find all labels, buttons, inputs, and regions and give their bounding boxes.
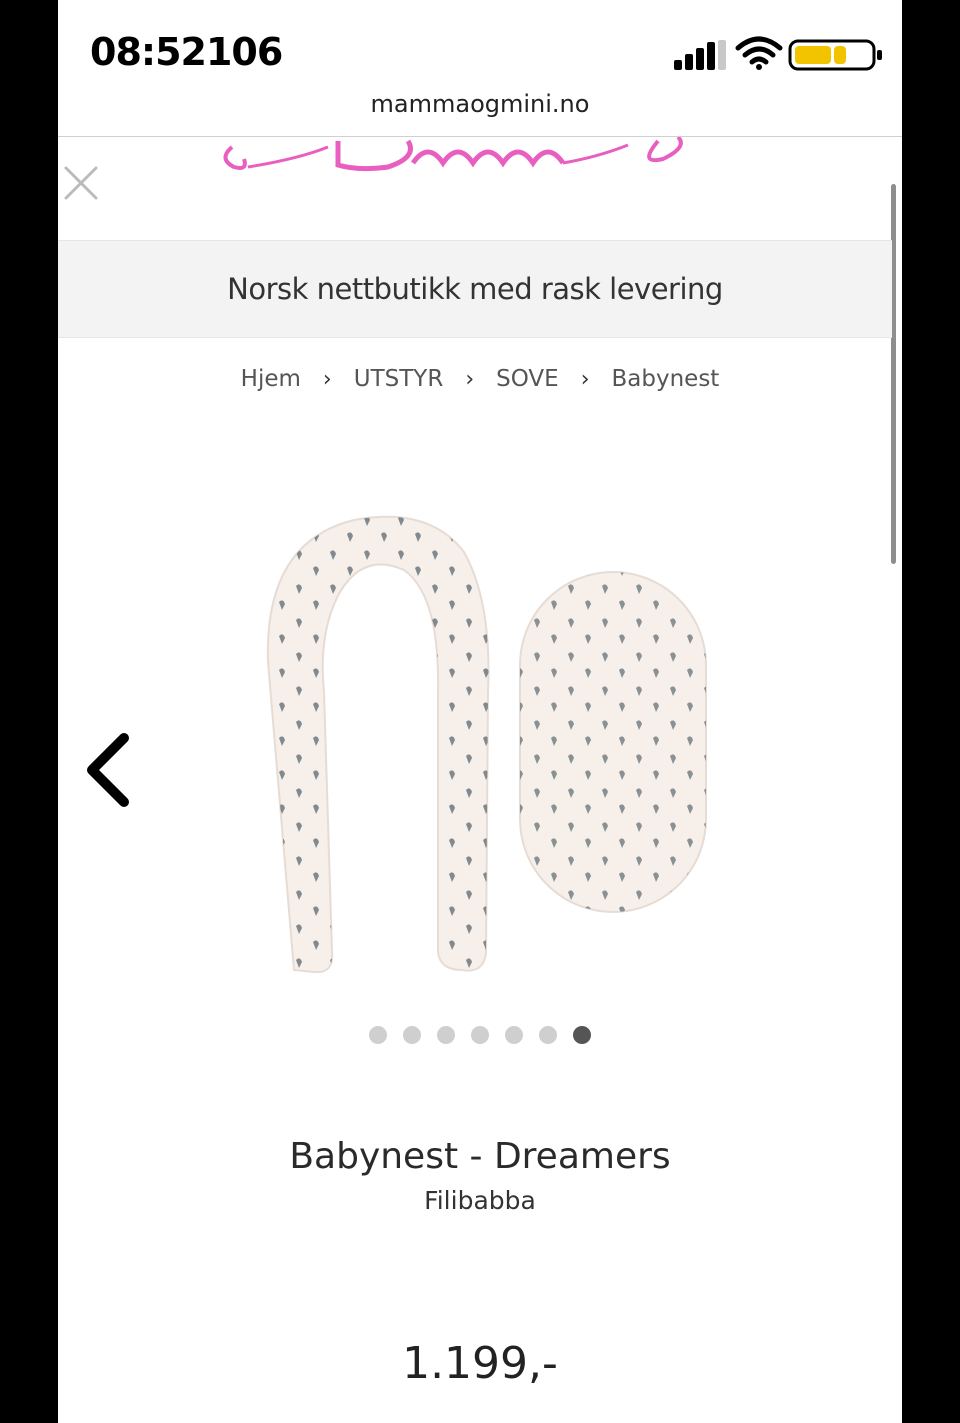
status-time: 08:52106	[90, 30, 283, 74]
banner-text: Norsk nettbutikk med rask levering	[227, 272, 723, 306]
chevron-right-icon: ›	[322, 366, 332, 392]
carousel-dot[interactable]	[573, 1026, 591, 1044]
address-bar-url[interactable]: mammaogmini.no	[58, 90, 902, 118]
site-logo[interactable]	[218, 137, 698, 185]
status-bar: 08:52106	[58, 0, 902, 82]
close-icon[interactable]	[62, 164, 100, 202]
carousel-dot[interactable]	[403, 1026, 421, 1044]
right-frame	[902, 0, 960, 1423]
product-image[interactable]	[254, 512, 724, 988]
wifi-icon	[735, 36, 783, 70]
chevron-right-icon: ›	[465, 366, 475, 392]
breadcrumb-babynest[interactable]: Babynest	[608, 366, 724, 392]
product-price: 1.199,-	[402, 1338, 558, 1389]
shipping-banner: Norsk nettbutikk med rask levering	[58, 240, 892, 338]
breadcrumb-home[interactable]: Hjem	[237, 366, 305, 392]
phone-screen: 08:52106 mammaogmini.no Norsk nettbutikk…	[58, 0, 902, 1423]
carousel-dots	[58, 1026, 902, 1044]
breadcrumb: Hjem › UTSTYR › SOVE › Babynest	[58, 366, 902, 392]
product-title: Babynest - Dreamers	[289, 1136, 671, 1177]
carousel-dot[interactable]	[369, 1026, 387, 1044]
left-frame	[0, 0, 58, 1423]
breadcrumb-sove[interactable]: SOVE	[492, 366, 563, 392]
product-brand[interactable]: Filibabba	[58, 1186, 902, 1215]
carousel-dot[interactable]	[539, 1026, 557, 1044]
chevron-right-icon: ›	[580, 366, 590, 392]
carousel-dot[interactable]	[471, 1026, 489, 1044]
cellular-signal-icon	[674, 40, 726, 70]
breadcrumb-utstyr[interactable]: UTSTYR	[350, 366, 448, 392]
battery-icon	[788, 39, 882, 71]
carousel-dot[interactable]	[505, 1026, 523, 1044]
chevron-left-icon[interactable]	[80, 730, 136, 810]
carousel-dot[interactable]	[437, 1026, 455, 1044]
